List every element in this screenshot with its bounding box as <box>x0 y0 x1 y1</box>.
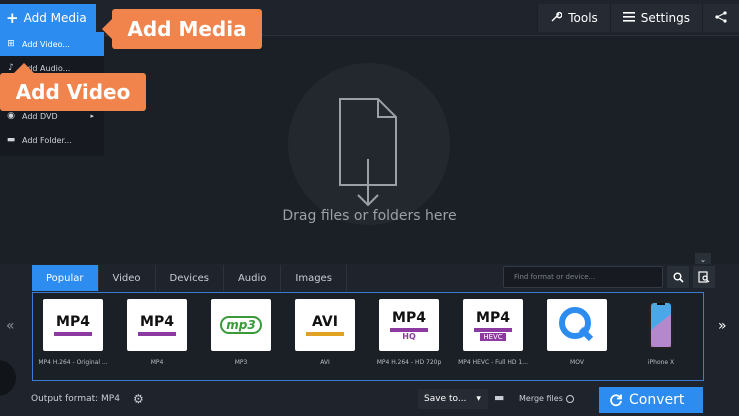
avi-format-icon: AVI <box>295 299 355 351</box>
share-button[interactable] <box>702 4 739 32</box>
top-right-actions: Tools Settings <box>537 4 739 32</box>
scroll-right-icon[interactable]: » <box>718 318 727 334</box>
mp3-format-icon: mp3 <box>211 299 271 351</box>
scroll-left-icon[interactable]: « <box>6 318 15 334</box>
gear-icon[interactable]: ⚙ <box>133 392 144 406</box>
format-tile-iphone-x[interactable]: iPhone X <box>625 299 697 366</box>
format-label: MP4 H.264 - Original ... <box>38 359 108 366</box>
folder-icon[interactable]: ▬ <box>494 391 504 404</box>
tab-audio[interactable]: Audio <box>224 265 282 291</box>
drop-zone[interactable]: Drag files or folders here <box>0 36 739 258</box>
mp4-format-icon: MP4 <box>43 299 103 351</box>
format-tile-mp4-original[interactable]: MP4 MP4 H.264 - Original ... <box>37 299 109 366</box>
chevron-down-icon: ▾ <box>476 394 481 404</box>
tab-popular[interactable]: Popular <box>32 265 99 291</box>
save-to-label: Save to... <box>424 394 467 404</box>
output-format-label: Output format: MP4 <box>31 394 120 404</box>
plus-icon: + <box>6 9 19 27</box>
share-icon <box>715 10 727 26</box>
format-label: MP4 H.264 - HD 720p <box>376 359 442 366</box>
add-media-button[interactable]: + Add Media <box>0 4 96 32</box>
wrench-icon <box>550 11 563 26</box>
format-label: MOV <box>570 359 584 366</box>
format-tile-avi[interactable]: AVI AVI <box>289 299 361 366</box>
drop-circle <box>288 63 450 225</box>
settings-label: Settings <box>640 11 690 25</box>
format-tabs: Popular Video Devices Audio Images <box>32 265 347 291</box>
save-to-dropdown[interactable]: Save to... ▾ <box>418 389 488 409</box>
merge-radio-icon <box>565 394 574 403</box>
tools-button[interactable]: Tools <box>537 4 610 32</box>
detect-device-button[interactable] <box>693 266 715 288</box>
refresh-icon <box>610 394 622 407</box>
format-tile-mp3[interactable]: mp3 MP3 <box>205 299 277 366</box>
plus-box-icon: ⊞ <box>7 39 15 49</box>
quicktime-format-icon <box>547 299 607 351</box>
footer-bar: Output format: MP4 ⚙ Save to... ▾ ▬ Merg… <box>0 384 739 416</box>
callout-add-video: Add Video <box>0 63 146 111</box>
convert-button[interactable]: Convert <box>599 387 703 413</box>
convert-label: Convert <box>629 392 685 408</box>
submenu-arrow-icon: ▸ <box>90 112 94 120</box>
menu-icon <box>622 11 635 25</box>
device-scan-icon <box>698 271 710 283</box>
menu-item-add-video[interactable]: ⊞ Add Video... <box>0 32 104 56</box>
format-tile-mov[interactable]: MOV <box>541 299 613 366</box>
format-tile-mp4-hevc[interactable]: MP4 HEVC MP4 HEVC - Full HD 1... <box>457 299 529 366</box>
menu-item-label: Add DVD <box>22 111 58 121</box>
format-tile-mp4[interactable]: MP4 MP4 <box>121 299 193 366</box>
file-download-icon <box>339 98 397 207</box>
settings-button[interactable]: Settings <box>609 4 702 32</box>
iphone-icon <box>631 299 691 351</box>
drop-hint-text: Drag files or folders here <box>282 208 457 224</box>
format-tile-mp4-hd720[interactable]: MP4 HQ MP4 H.264 - HD 720p <box>373 299 445 366</box>
search-icon <box>673 272 684 283</box>
menu-item-label: Add Folder... <box>22 135 72 145</box>
mp4-hevc-format-icon: MP4 HEVC <box>463 299 523 351</box>
mp4-format-icon: MP4 <box>127 299 187 351</box>
merge-files-label: Merge files <box>519 394 563 403</box>
menu-item-add-folder[interactable]: ▬ Add Folder... <box>0 128 104 152</box>
tools-label: Tools <box>568 11 598 25</box>
format-label: MP4 HEVC - Full HD 1... <box>458 359 528 366</box>
search-button[interactable] <box>667 266 689 288</box>
folder-icon: ▬ <box>6 135 16 145</box>
merge-files-toggle[interactable]: Merge files <box>519 394 574 403</box>
double-chevron-down-icon: ⌄ <box>699 254 707 264</box>
format-grid: MP4 MP4 H.264 - Original ... MP4 MP4 mp3… <box>32 292 704 381</box>
format-label: MP4 <box>150 359 164 366</box>
menu-item-label: Add Video... <box>22 39 70 49</box>
dvd-icon: ◉ <box>7 111 15 121</box>
format-label: MP3 <box>234 359 248 366</box>
format-search-input[interactable]: Find format or device... <box>503 266 663 288</box>
callout-add-media: Add Media <box>102 9 262 49</box>
add-media-label: Add Media <box>23 11 87 25</box>
tab-video[interactable]: Video <box>99 265 156 291</box>
tab-images[interactable]: Images <box>281 265 347 291</box>
format-label: iPhone X <box>647 359 675 366</box>
mp4-hq-format-icon: MP4 HQ <box>379 299 439 351</box>
tab-devices[interactable]: Devices <box>156 265 224 291</box>
format-label: AVI <box>320 359 330 366</box>
